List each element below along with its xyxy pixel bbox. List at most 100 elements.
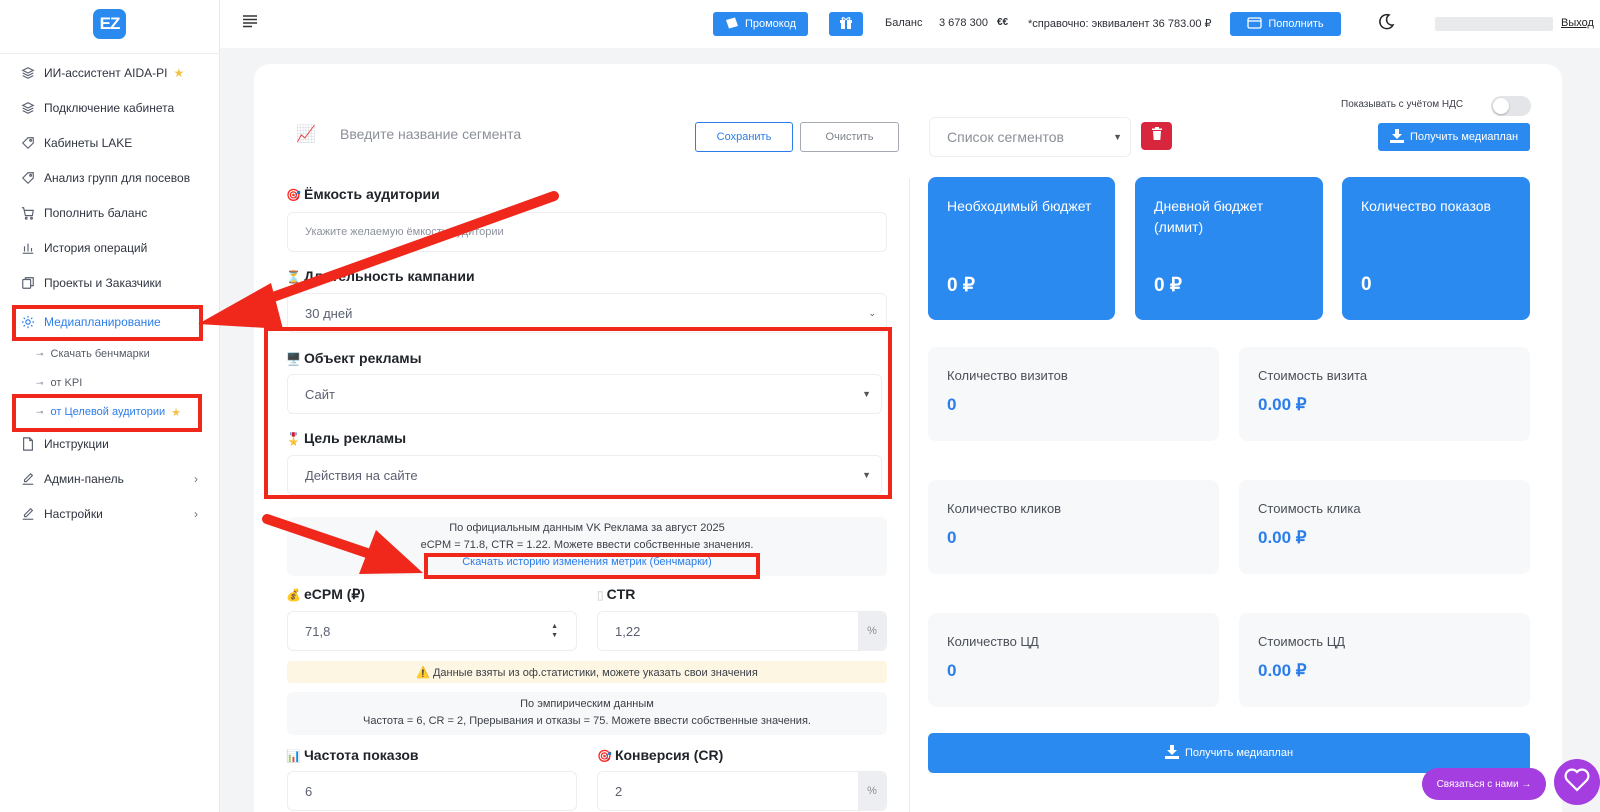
star-icon: ★ — [173, 66, 185, 80]
metric-title: Стоимость визита — [1258, 368, 1368, 383]
sidebar-item-connect-cabinet[interactable]: Подключение кабинета — [0, 93, 220, 123]
sidebar-item-label: Пополнить баланс — [44, 206, 148, 220]
metric-value: 0.00 ₽ — [1258, 528, 1307, 547]
duration-value: 30 дней — [305, 305, 353, 321]
metric-title: Количество кликов — [947, 501, 1062, 516]
sidebar-item-label: Проекты и Заказчики — [44, 276, 162, 290]
target-icon: 🎯 — [286, 188, 301, 202]
ecpm-label: 💰 eCPM (₽) — [286, 586, 365, 602]
metric-value: 0 ₽ — [947, 275, 975, 296]
metric-value: 0.00 ₽ — [1258, 395, 1307, 414]
metric-title: Количество визитов — [947, 368, 1068, 383]
ticket-icon — [725, 17, 739, 32]
equivalent-text: *справочно: эквивалент 36 783.00 ₽ — [1028, 18, 1212, 30]
sidebar-subitem-kpi[interactable]: ⊸ от KPI — [36, 372, 82, 394]
metric-tile: Количество показов 0 — [1342, 177, 1530, 320]
edit-icon — [20, 506, 36, 522]
annotation-box — [264, 327, 892, 499]
get-media-plan-label: Получить медиаплан — [1184, 747, 1294, 759]
layers-icon — [20, 100, 36, 116]
logout-link[interactable]: Выход — [1561, 17, 1594, 29]
target-icon: 🎯 — [597, 749, 612, 763]
card-icon — [1247, 16, 1263, 32]
file-icon — [20, 436, 36, 452]
tag-icon — [20, 135, 36, 151]
sidebar-item-topup[interactable]: Пополнить баланс — [0, 198, 220, 228]
sidebar-item-label: История операций — [44, 241, 148, 255]
metric-tile: Количество ЦД 0 — [928, 613, 1219, 707]
gift-button[interactable] — [829, 12, 863, 36]
audience-input[interactable]: Укажите желаемую ёмкость аудитории — [287, 212, 887, 252]
stepper-icon[interactable]: ▲ ▼ — [551, 622, 558, 640]
sidebar-item-label: Анализ групп для посевов — [44, 171, 191, 185]
metric-title: Стоимость ЦД — [1258, 634, 1346, 649]
sidebar-item-label: ИИ-ассистент AIDA-PI — [44, 66, 168, 80]
balance-label: Баланс — [885, 17, 923, 29]
ctr-label: ▯ CTR — [597, 586, 636, 602]
contact-us-button[interactable]: Связаться с нами → — [1422, 768, 1546, 800]
metric-value: 0.00 ₽ — [1258, 661, 1307, 680]
divider — [909, 178, 910, 812]
segments-select[interactable]: Список сегментов ▼ — [929, 117, 1131, 157]
get-media-plan-bottom-button[interactable]: Получить медиаплан — [928, 733, 1530, 773]
topup-label: Пополнить — [1268, 18, 1324, 30]
promo-label: Промокод — [744, 18, 797, 30]
ecpm-input[interactable]: 71,8 ▲ ▼ — [287, 611, 577, 651]
metric-tile: Количество визитов 0 — [928, 347, 1219, 441]
metric-title: Количество показов — [1361, 198, 1491, 214]
percent-addon: % — [858, 772, 886, 810]
sidebar-item-lake-cabinets[interactable]: Кабинеты LAKE — [0, 128, 220, 158]
ctr-input[interactable]: 1,22 % — [597, 611, 887, 651]
layers-icon — [20, 65, 36, 81]
metric-tile: Стоимость клика 0.00 ₽ — [1239, 480, 1530, 574]
metric-title: Необходимый бюджет — [947, 198, 1092, 214]
balance-value: 3 678 300 — [939, 17, 988, 29]
segments-placeholder: Список сегментов — [947, 129, 1064, 145]
delete-segment-button[interactable] — [1141, 122, 1172, 150]
promo-button[interactable]: Промокод — [713, 12, 808, 36]
ctr-value: 1,22 — [615, 623, 641, 639]
frequency-label: 📊 Частота показов — [286, 747, 419, 763]
get-media-plan-button[interactable]: Получить медиаплан — [1378, 123, 1530, 151]
topup-button[interactable]: Пополнить — [1230, 12, 1341, 36]
chevron-down-icon: ⌄ — [868, 307, 876, 318]
logo[interactable]: EZ — [93, 9, 126, 39]
frequency-input[interactable]: 6 — [287, 771, 577, 811]
link-icon: ⊸ — [36, 348, 44, 359]
vat-toggle[interactable] — [1491, 96, 1531, 116]
empirical-line2: Частота = 6, CR = 2, Прерывания и отказы… — [363, 715, 811, 727]
annotation-box — [12, 305, 203, 341]
moon-icon[interactable] — [1377, 13, 1397, 33]
metric-title: Количество ЦД — [947, 634, 1039, 649]
save-button[interactable]: Сохранить — [695, 122, 793, 152]
clear-button[interactable]: Очистить — [800, 122, 899, 152]
annotation-box — [12, 394, 202, 432]
vk-info-line2: eCPM = 71.8, CTR = 1.22. Можете ввести с… — [420, 539, 754, 551]
divider — [0, 53, 220, 54]
segment-name-input[interactable]: Введите название сегмента — [340, 126, 521, 142]
hourglass-icon: ⏳ — [286, 270, 301, 284]
sidebar-item-ai-assistant[interactable]: ИИ-ассистент AIDA-PI ★ — [0, 58, 220, 88]
percent-addon: % — [858, 612, 886, 650]
sidebar-item-history[interactable]: История операций — [0, 233, 220, 263]
metric-tile: Необходимый бюджет 0 ₽ — [928, 177, 1115, 320]
sidebar-item-label: Кабинеты LAKE — [44, 136, 133, 150]
cursor-icon: ▯ — [597, 588, 604, 602]
bar-chart-icon — [20, 240, 36, 256]
sidebar-item-instructions[interactable]: Инструкции — [0, 429, 220, 459]
menu-icon[interactable] — [242, 14, 260, 32]
metric-value: 0 — [947, 395, 957, 414]
chart-icon: 📈 — [296, 126, 316, 143]
empirical-line1: По эмпирическим данным — [520, 698, 654, 710]
sidebar-item-projects[interactable]: Проекты и Заказчики — [0, 268, 220, 298]
currency-icon: €€ — [997, 17, 1009, 28]
sidebar-item-label: Подключение кабинета — [44, 101, 175, 115]
heart-chat-button[interactable] — [1554, 759, 1600, 805]
sidebar-item-group-analysis[interactable]: Анализ групп для посевов — [0, 163, 220, 193]
sidebar-subitem-benchmarks[interactable]: ⊸ Скачать бенчмарки — [36, 343, 150, 365]
sidebar-item-settings[interactable]: Настройки › — [0, 499, 220, 529]
topbar: Промокод Баланс 3 678 300 €€ *справочно:… — [220, 0, 1600, 48]
audience-label: 🎯 Ёмкость аудитории — [286, 186, 440, 202]
sidebar-item-admin[interactable]: Админ-панель › — [0, 464, 220, 494]
cr-input[interactable]: 2 % — [597, 771, 887, 811]
